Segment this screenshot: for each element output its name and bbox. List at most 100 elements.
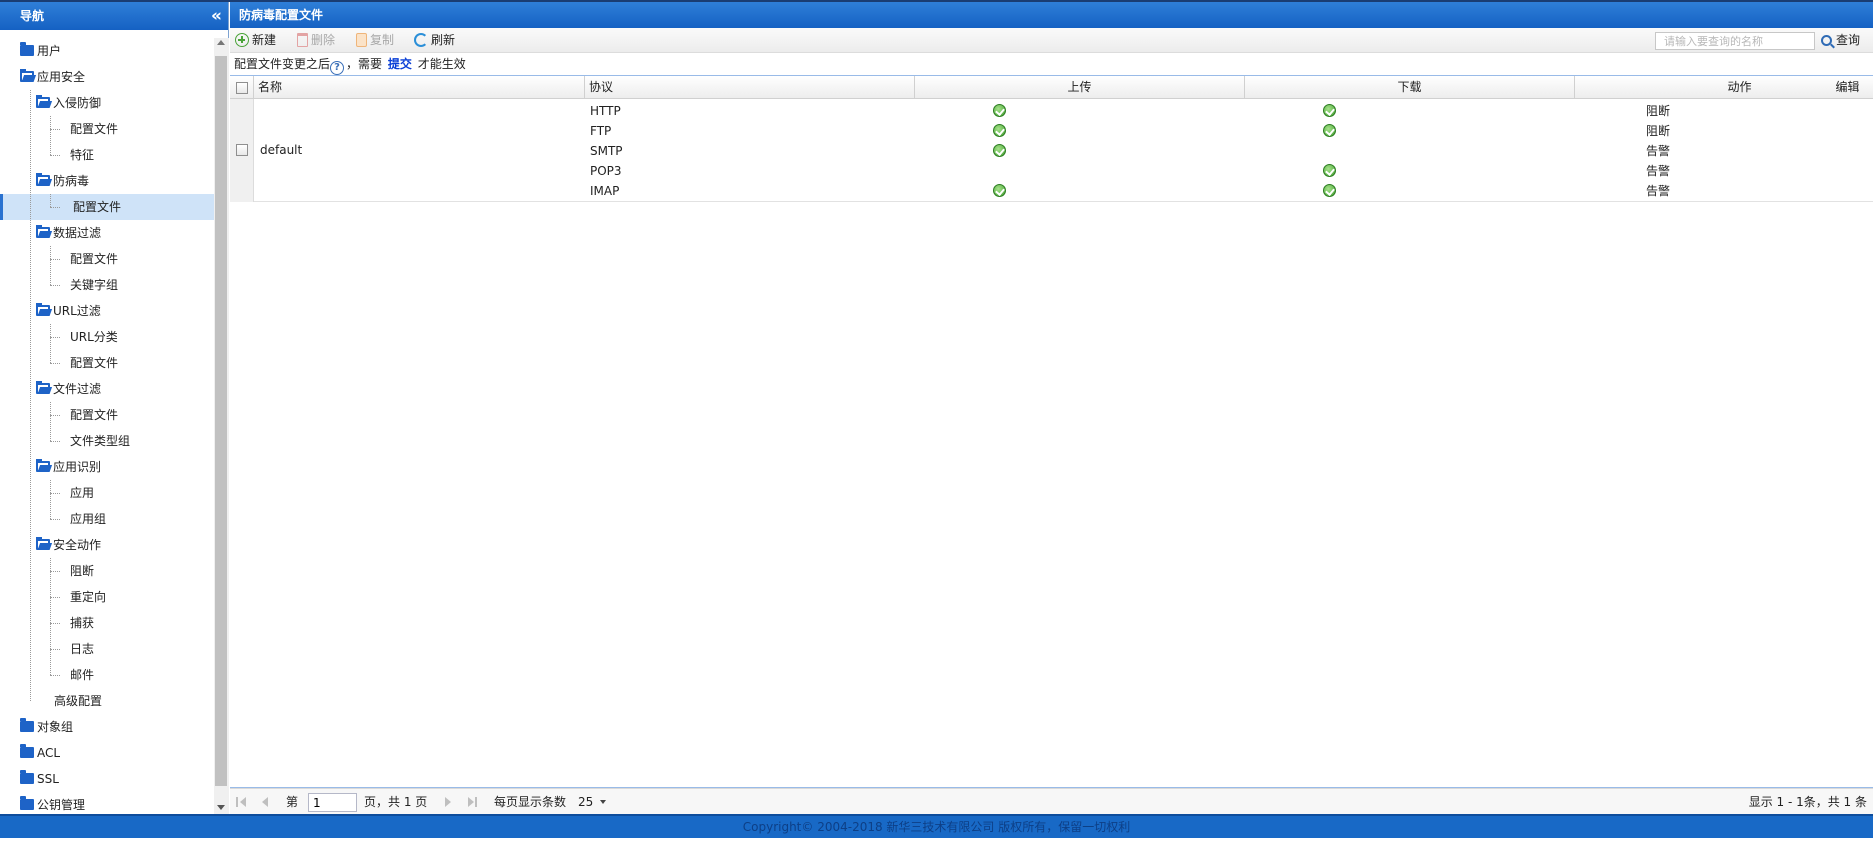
- refresh-button[interactable]: 刷新: [414, 31, 455, 49]
- nav-item-label: 应用: [70, 486, 95, 500]
- scroll-thumb[interactable]: [215, 56, 227, 786]
- tree-connector: [50, 480, 51, 519]
- last-page-icon[interactable]: [468, 797, 477, 807]
- nav-item[interactable]: 应用识别: [0, 454, 214, 480]
- nav-panel: 导航 « 用户 应用安全 入侵防御 配置文件 特征 防病毒 配置文件 数据过滤 配置文件 关键字组…: [0, 2, 229, 814]
- column-header-protocol[interactable]: 协议: [585, 76, 915, 99]
- nav-item[interactable]: 用户: [0, 38, 214, 64]
- column-header-edit[interactable]: 编辑: [1822, 76, 1873, 99]
- nav-item[interactable]: 文件过滤: [0, 376, 214, 402]
- nav-item[interactable]: 防病毒: [0, 168, 214, 194]
- nav-item[interactable]: 重定向: [0, 584, 214, 610]
- protocol-cell: POP3: [590, 164, 622, 178]
- page-suffix: 页，共 1 页: [364, 795, 428, 809]
- folder-open-icon: [36, 537, 50, 550]
- tree-connector: [50, 259, 60, 260]
- copy-button-label: 复制: [370, 33, 395, 47]
- search-button[interactable]: 查询: [1821, 31, 1860, 49]
- page-number-input[interactable]: [308, 793, 357, 812]
- tree-connector: [50, 337, 60, 338]
- row-checkbox[interactable]: [236, 144, 248, 156]
- next-page-icon[interactable]: [445, 797, 451, 807]
- nav-item[interactable]: 应用安全: [0, 64, 214, 90]
- nav-item[interactable]: 高级配置: [0, 688, 214, 714]
- nav-item[interactable]: ACL: [0, 740, 214, 766]
- nav-item[interactable]: 安全动作: [0, 532, 214, 558]
- nav-header: 导航 «: [0, 2, 228, 30]
- nav-item-label: 对象组: [37, 720, 74, 734]
- nav-tree: 用户 应用安全 入侵防御 配置文件 特征 防病毒 配置文件 数据过滤 配置文件 关键字组 URL过滤…: [0, 38, 214, 818]
- protocol-cell: IMAP: [590, 184, 620, 198]
- nav-item[interactable]: 配置文件: [0, 402, 214, 428]
- select-all-checkbox[interactable]: [236, 81, 248, 94]
- nav-item[interactable]: 入侵防御: [0, 90, 214, 116]
- nav-item[interactable]: SSL: [0, 766, 214, 792]
- nav-item-label: 安全动作: [53, 538, 102, 552]
- folder-closed-icon: [20, 718, 34, 732]
- row-select-cell: [230, 99, 254, 202]
- nav-item[interactable]: URL分类: [0, 324, 214, 350]
- copy-button[interactable]: 复制: [356, 31, 394, 49]
- nav-item-label: 配置文件: [70, 356, 119, 370]
- scroll-up-arrow-icon[interactable]: [217, 40, 225, 45]
- nav-item[interactable]: 应用组: [0, 506, 214, 532]
- help-icon[interactable]: ?: [330, 61, 345, 75]
- tree-connector: [30, 90, 31, 701]
- scroll-down-arrow-icon[interactable]: [217, 805, 225, 810]
- search-input[interactable]: [1655, 32, 1815, 50]
- nav-item[interactable]: 数据过滤: [0, 220, 214, 246]
- nav-item[interactable]: 配置文件: [0, 116, 214, 142]
- nav-item-label: 配置文件: [70, 122, 119, 136]
- tree-connector: [50, 194, 51, 207]
- upload-cell: [993, 124, 1006, 144]
- nav-item[interactable]: 日志: [0, 636, 214, 662]
- tree-connector: [50, 285, 60, 286]
- nav-item-label: 关键字组: [70, 278, 119, 292]
- nav-item[interactable]: 应用: [0, 480, 214, 506]
- nav-item[interactable]: 配置文件: [0, 350, 214, 376]
- per-page-select[interactable]: 25: [578, 789, 607, 815]
- tree-connector: [50, 597, 60, 598]
- nav-item-label: 用户: [37, 44, 62, 58]
- new-button[interactable]: 新建: [235, 31, 276, 49]
- nav-item[interactable]: 对象组: [0, 714, 214, 740]
- column-header-name[interactable]: 名称: [254, 76, 585, 99]
- check-circle-icon: [1323, 104, 1336, 117]
- column-header-download[interactable]: 下载: [1245, 76, 1575, 99]
- delete-button[interactable]: 删除: [297, 31, 335, 49]
- first-page-icon[interactable]: [236, 797, 246, 807]
- nav-item[interactable]: 捕获: [0, 610, 214, 636]
- prev-page-icon[interactable]: [262, 797, 268, 807]
- submit-link[interactable]: 提交: [386, 57, 414, 71]
- tree-connector: [50, 571, 60, 572]
- nav-scrollbar[interactable]: [214, 38, 229, 814]
- upload-cell: [993, 184, 1006, 204]
- nav-body: 用户 应用安全 入侵防御 配置文件 特征 防病毒 配置文件 数据过滤 配置文件 关键字组 URL过滤…: [0, 30, 229, 814]
- nav-item[interactable]: URL过滤: [0, 298, 214, 324]
- action-cell: 告警: [1646, 184, 1671, 198]
- column-header-upload[interactable]: 上传: [915, 76, 1245, 99]
- download-cell: [1323, 104, 1336, 124]
- nav-item-label: 应用安全: [37, 70, 86, 84]
- nav-item[interactable]: 配置文件: [0, 246, 214, 272]
- nav-item[interactable]: 配置文件: [0, 194, 214, 220]
- table-row[interactable]: default HTTP 阻断 FTP 阻断 SMTP 告警 POP3 告警 IMAP 告警: [230, 99, 1873, 202]
- page-prefix: 第: [286, 795, 299, 809]
- nav-item[interactable]: 阻断: [0, 558, 214, 584]
- double-chevron-left-icon[interactable]: «: [211, 2, 222, 30]
- nav-item[interactable]: 关键字组: [0, 272, 214, 298]
- check-circle-icon: [1323, 124, 1336, 137]
- per-page-value: 25: [578, 795, 594, 809]
- nav-item-label: 应用识别: [53, 460, 102, 474]
- check-circle-icon: [993, 124, 1006, 137]
- nav-item[interactable]: 邮件: [0, 662, 214, 688]
- action-cell: 阻断: [1646, 104, 1671, 118]
- nav-item-label: URL分类: [70, 330, 118, 344]
- nav-item-label: 文件过滤: [53, 382, 102, 396]
- nav-item[interactable]: 文件类型组: [0, 428, 214, 454]
- new-button-label: 新建: [252, 33, 277, 47]
- page-title: 防病毒配置文件: [230, 2, 1873, 28]
- nav-item[interactable]: 特征: [0, 142, 214, 168]
- nav-item-label: 防病毒: [53, 174, 90, 188]
- tree-connector: [50, 129, 60, 130]
